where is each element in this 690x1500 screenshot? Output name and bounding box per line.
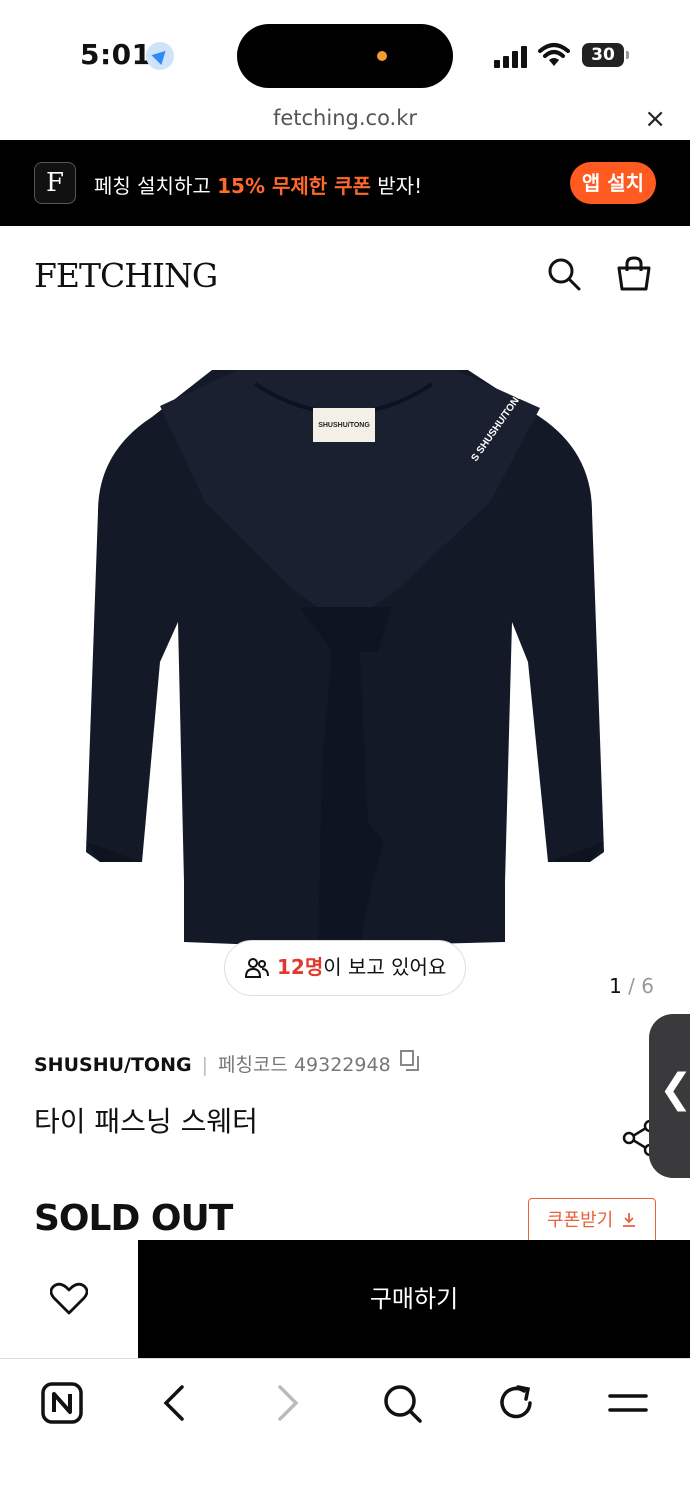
browser-toolbar (0, 1358, 690, 1500)
viewer-count: 12명 (277, 955, 324, 979)
buy-button[interactable]: 구매하기 (138, 1240, 690, 1358)
close-icon[interactable]: × (644, 104, 666, 134)
location-icon (146, 42, 174, 70)
coupon-download-button[interactable]: 쿠폰받기 (528, 1198, 656, 1244)
cellular-signal-icon (494, 44, 530, 68)
browser-url-bar[interactable]: fetching.co.kr × (0, 100, 690, 140)
product-brand[interactable]: SHUSHU/TONG (34, 1054, 192, 1076)
product-image[interactable]: SHUSHU/TONG S SHUSHU/TONG (0, 322, 690, 1012)
site-logo[interactable]: FETCHING (34, 256, 218, 295)
gallery-counter: 1 / 6 (609, 974, 654, 998)
download-icon (622, 1213, 635, 1227)
purchase-bar: 구매하기 (0, 1240, 690, 1358)
viewer-suffix: 이 보고 있어요 (323, 955, 447, 979)
dynamic-island (237, 24, 453, 88)
site-header: FETCHING (0, 226, 690, 322)
battery-indicator: 30 (582, 43, 629, 67)
app-logo-icon: F (34, 162, 76, 204)
banner-highlight: 15% 무제한 쿠폰 (217, 174, 371, 198)
live-viewers-badge: 12명이 보고 있어요 (224, 940, 466, 996)
naver-home-icon[interactable] (40, 1381, 84, 1425)
status-bar: 5:01 30 (0, 0, 690, 100)
wishlist-button[interactable] (0, 1240, 138, 1358)
shopping-bag-icon[interactable] (616, 256, 652, 292)
product-name: 타이 패스닝 스웨터 (34, 1105, 258, 1138)
sweater-illustration: SHUSHU/TONG S SHUSHU/TONG (86, 370, 604, 947)
refresh-icon[interactable] (494, 1381, 538, 1425)
search-icon[interactable] (546, 256, 582, 292)
side-panel-handle[interactable]: ❮ (649, 1014, 690, 1178)
app-install-button[interactable]: 앱 설치 (570, 162, 656, 204)
forward-icon[interactable] (266, 1381, 310, 1425)
app-install-banner: F 페칭 설치하고 15% 무제한 쿠폰 받자! 앱 설치 (0, 140, 690, 226)
search-icon[interactable] (380, 1381, 424, 1425)
menu-icon[interactable] (606, 1381, 650, 1425)
product-code: 페칭코드 49322948 (217, 1054, 391, 1076)
chevron-left-icon: ❮ (659, 1066, 690, 1112)
divider: | (201, 1054, 208, 1076)
heart-icon (50, 1282, 88, 1315)
sold-out-label: SOLD OUT (34, 1198, 233, 1239)
privacy-indicator-dot (377, 51, 387, 61)
banner-message: 페칭 설치하고 15% 무제한 쿠폰 받자! (94, 174, 423, 198)
garment-label-text: SHUSHU/TONG (318, 422, 370, 429)
product-brand-line: SHUSHU/TONG | 페칭코드 49322948 (34, 1050, 391, 1077)
url-text[interactable]: fetching.co.kr (0, 106, 690, 130)
status-time: 5:01 (80, 38, 152, 71)
copy-icon[interactable] (400, 1050, 420, 1072)
wifi-icon (538, 43, 570, 66)
people-icon (245, 958, 269, 978)
back-icon[interactable] (152, 1381, 196, 1425)
